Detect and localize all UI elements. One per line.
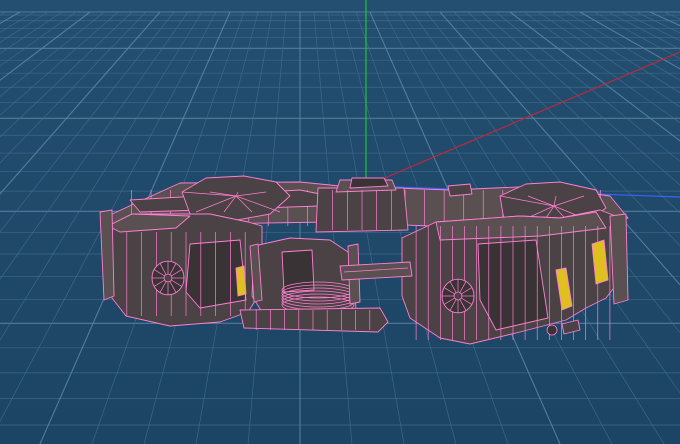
world-axes	[365, 0, 680, 198]
speed-sensor-icon	[546, 324, 558, 336]
scene-canvas[interactable]	[0, 0, 680, 444]
end-beam-right	[609, 213, 629, 305]
grid-line	[0, 11, 63, 54]
bogie-model-wireframe[interactable]	[99, 175, 629, 345]
grid-line	[0, 11, 77, 67]
sensor-bracket	[561, 319, 581, 335]
grid-line	[0, 11, 105, 97]
grid-line	[0, 11, 91, 81]
end-beam-left	[99, 209, 115, 301]
grid-line	[663, 11, 680, 20]
center-block-cap	[349, 177, 389, 189]
axle-box-left-hub	[163, 273, 173, 283]
x-axis-line	[365, 51, 680, 187]
grid-line	[635, 11, 680, 34]
warning-stripe-left	[235, 265, 247, 297]
axle-box-right-hub	[453, 291, 463, 301]
top-connector	[447, 183, 473, 197]
3d-viewport[interactable]	[0, 0, 680, 444]
bottom-plate	[239, 307, 389, 333]
